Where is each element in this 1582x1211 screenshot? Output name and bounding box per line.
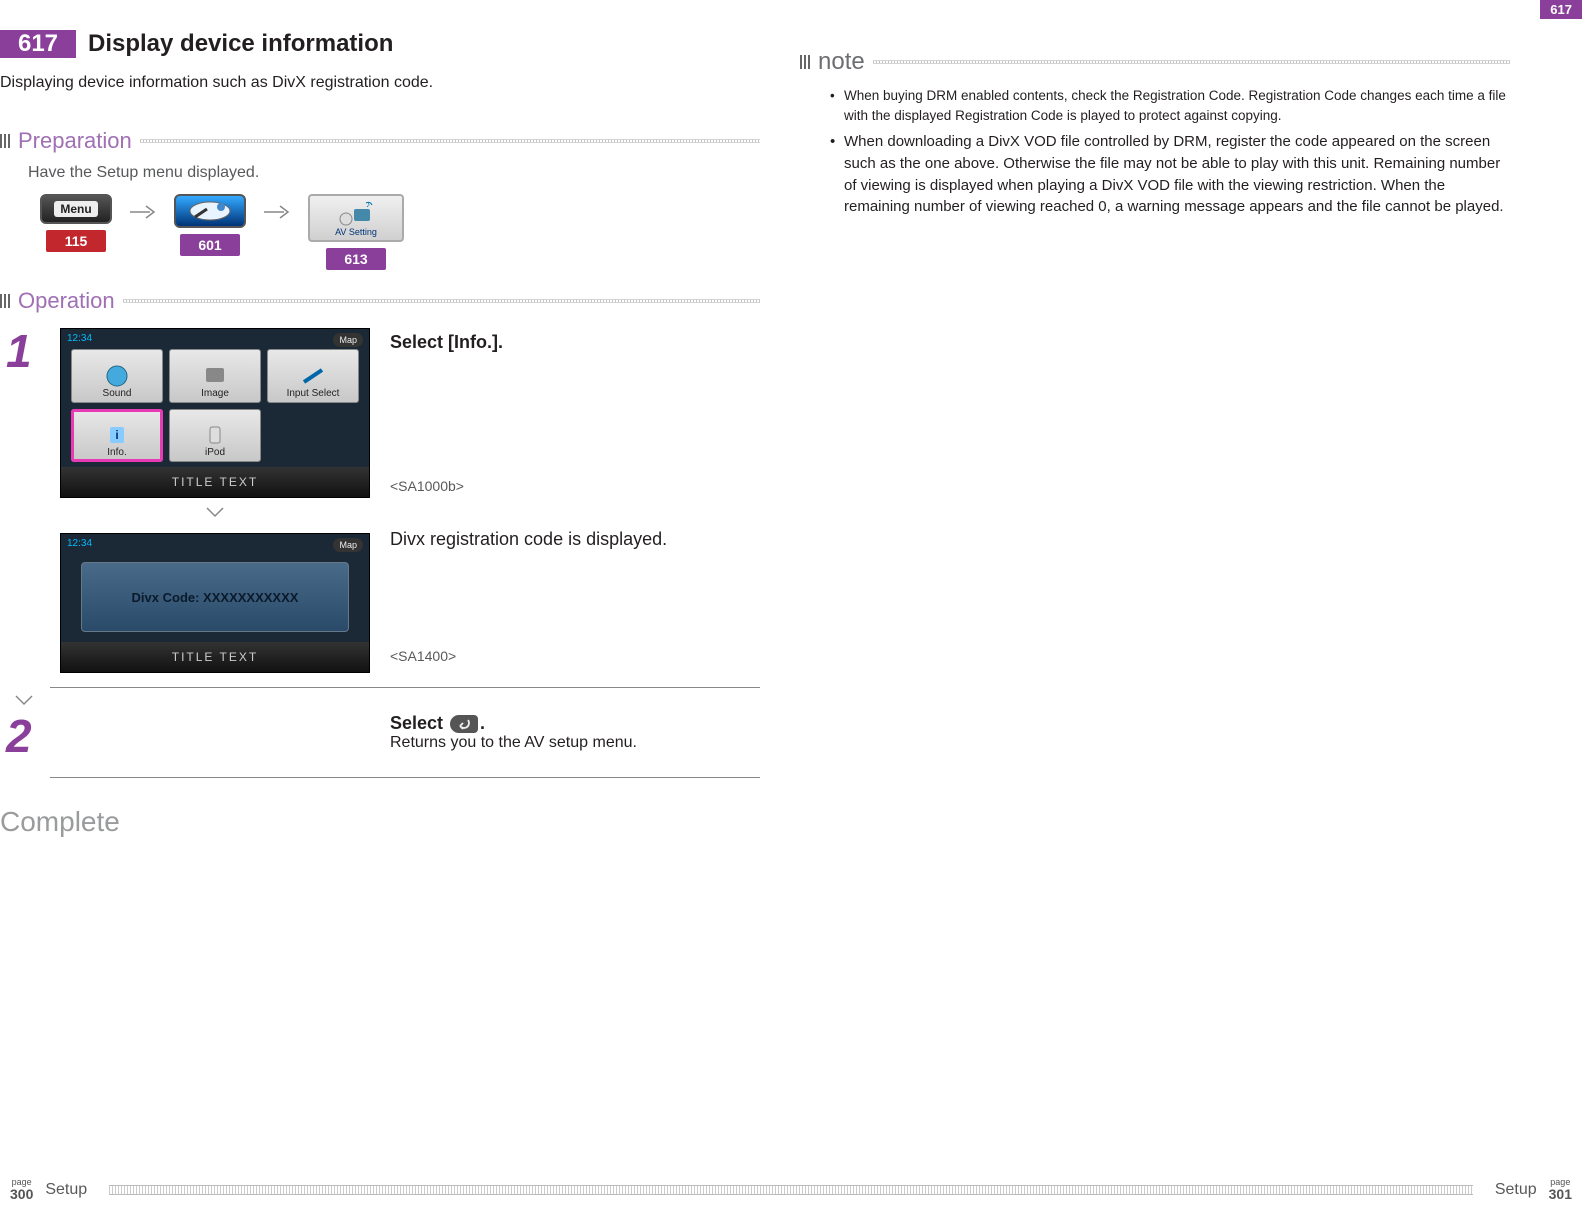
- preparation-icons: Menu 115 601 ♪ AV Setting 613: [40, 194, 760, 270]
- tile-image: Image: [169, 349, 261, 403]
- ref-613: 613: [326, 248, 386, 270]
- setup-icon: [174, 194, 246, 228]
- step-1-text: Select [Info.].: [390, 332, 503, 352]
- preparation-text: Have the Setup menu displayed.: [28, 164, 760, 182]
- note-item-2: When downloading a DivX VOD file control…: [830, 131, 1510, 218]
- ss-title-text: TITLE TEXT: [61, 467, 369, 497]
- intro-text: Displaying device information such as Di…: [0, 74, 760, 92]
- svg-text:♪: ♪: [366, 200, 370, 209]
- operation-label: Operation: [18, 288, 115, 314]
- heading-bars-icon: [0, 294, 10, 308]
- title-row: 617 Display device information: [0, 30, 760, 58]
- tile-input-select: Input Select: [267, 349, 359, 403]
- right-page-number: page301: [1549, 1178, 1572, 1201]
- step-2-text-b: .: [480, 713, 485, 733]
- note-heading: note: [800, 48, 1510, 76]
- svg-text:i: i: [115, 428, 118, 442]
- left-page-number: page300: [10, 1178, 33, 1201]
- arrow-down-icon: [14, 694, 760, 713]
- ss-map-badge: Map: [333, 333, 363, 347]
- step-2: 2 Select . Returns you to the AV setup m…: [6, 713, 760, 759]
- footer-section-right: Setup: [1495, 1181, 1537, 1199]
- av-setting-icon: ♪ AV Setting: [308, 194, 404, 242]
- preparation-heading: Preparation: [0, 128, 760, 154]
- complete-label: Complete: [0, 806, 760, 838]
- ss-map-badge: Map: [333, 538, 363, 552]
- arrow-right-icon: [262, 204, 292, 220]
- ref-115: 115: [46, 230, 106, 252]
- page-title: Display device information: [88, 30, 393, 58]
- title-badge: 617: [0, 30, 76, 58]
- operation-heading: Operation: [0, 288, 760, 314]
- heading-bars-icon: [800, 55, 810, 69]
- ss-clock: 12:34: [67, 333, 92, 344]
- ref-601: 601: [180, 234, 240, 256]
- right-column: note When buying DRM enabled contents, c…: [800, 30, 1510, 838]
- ss-title-text: TITLE TEXT: [61, 642, 369, 672]
- av-setting-label: AV Setting: [335, 227, 377, 237]
- tile-sound: Sound: [71, 349, 163, 403]
- step-2-sub: Returns you to the AV setup menu.: [390, 734, 637, 752]
- ss-clock: 12:34: [67, 538, 92, 549]
- menu-button-label: Menu: [54, 201, 97, 217]
- step-1b-text: Divx registration code is displayed.: [390, 529, 760, 550]
- top-section-tag: 617: [1540, 0, 1582, 19]
- prep-av-item: ♪ AV Setting 613: [308, 194, 404, 270]
- step-1: 1 12:34 Map Sound Image Input Select iIn…: [6, 328, 760, 673]
- menu-button-icon: Menu: [40, 194, 112, 224]
- prep-setup-item: 601: [174, 194, 246, 256]
- arrow-right-icon: [128, 204, 158, 220]
- step-2-text-a: Select: [390, 713, 448, 733]
- footer-section-left: Setup: [45, 1181, 87, 1199]
- arrow-down-icon: [60, 506, 370, 525]
- note-list: When buying DRM enabled contents, check …: [830, 86, 1510, 218]
- heading-bars-icon: [0, 134, 10, 148]
- note-label: note: [818, 48, 865, 76]
- tile-ipod: iPod: [169, 409, 261, 463]
- page-footer: page300 Setup Setup page301: [0, 1178, 1582, 1201]
- note-item-1: When buying DRM enabled contents, check …: [830, 86, 1510, 125]
- screenshot-av-menu: 12:34 Map Sound Image Input Select iInfo…: [60, 328, 370, 498]
- prep-menu-item: Menu 115: [40, 194, 112, 252]
- divx-code-label: Divx Code: XXXXXXXXXXX: [81, 562, 349, 632]
- screenshot-divx-code: 12:34 Map Divx Code: XXXXXXXXXXX TITLE T…: [60, 533, 370, 673]
- step-1-ref: <SA1000b>: [390, 478, 464, 494]
- return-arrow-icon: [450, 715, 478, 733]
- step-2-number: 2: [6, 713, 46, 759]
- preparation-label: Preparation: [18, 128, 132, 154]
- tile-info-selected: iInfo.: [71, 409, 163, 463]
- step-1-number: 1: [6, 328, 46, 374]
- step-1b-ref: <SA1400>: [390, 648, 456, 664]
- left-column: 617 Display device information Displayin…: [0, 30, 760, 838]
